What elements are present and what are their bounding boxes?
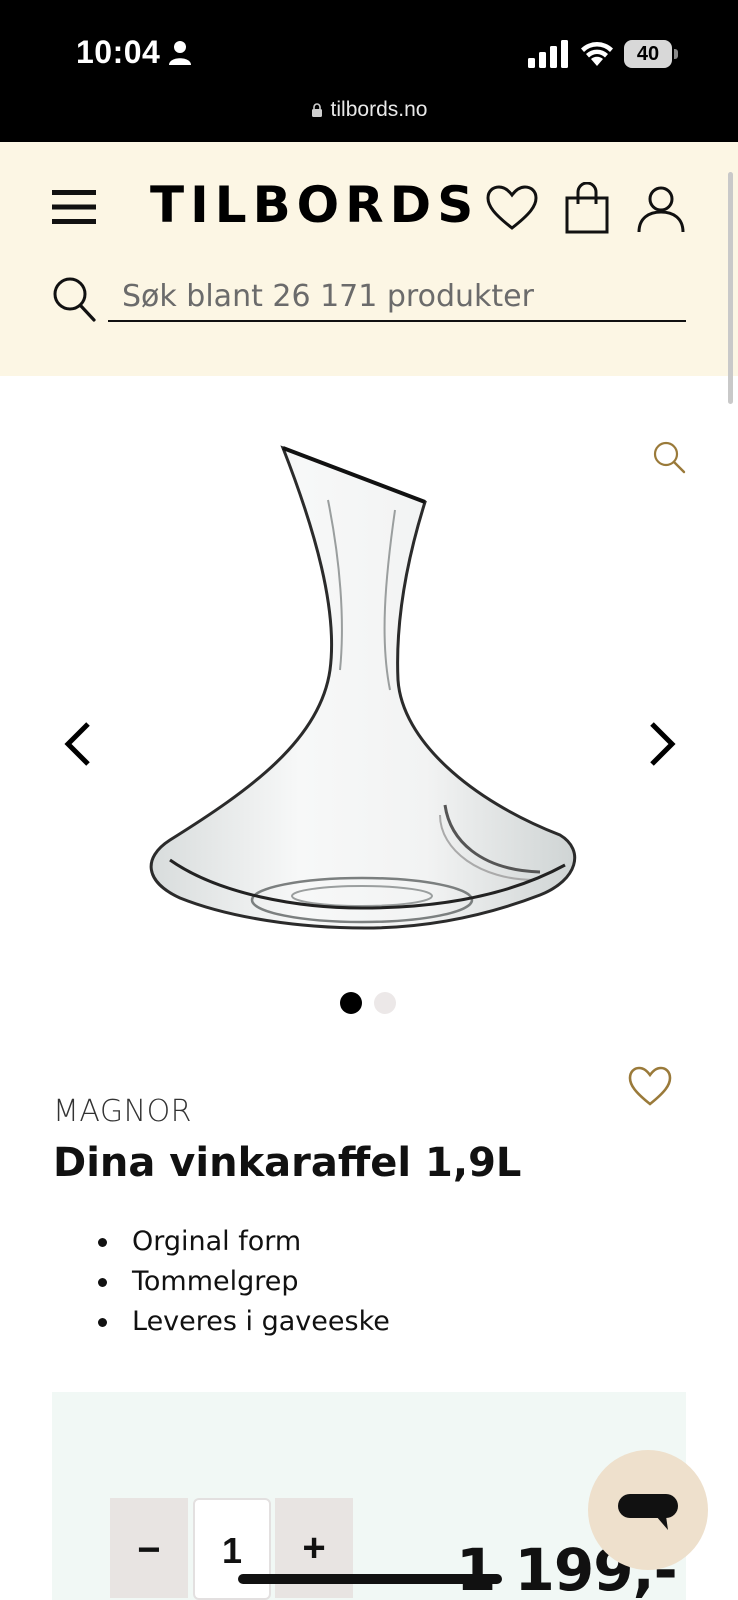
status-bar: 10:04 40 tilbords.no xyxy=(0,0,738,142)
zoom-icon[interactable] xyxy=(652,440,686,474)
url-bar[interactable]: tilbords.no xyxy=(0,98,738,122)
site-header: TILBORDS xyxy=(0,142,738,376)
list-item: Leveres i gaveeske xyxy=(96,1302,390,1342)
signal-icon xyxy=(528,40,568,68)
wifi-icon xyxy=(581,42,613,66)
search-input[interactable] xyxy=(108,272,686,322)
lock-icon xyxy=(311,103,322,117)
carousel-dot-1[interactable] xyxy=(340,992,362,1014)
user-icon[interactable] xyxy=(636,184,686,234)
list-item: Orginal form xyxy=(96,1222,390,1262)
chevron-right-icon[interactable] xyxy=(644,720,680,768)
person-icon xyxy=(169,41,191,65)
battery-indicator: 40 xyxy=(624,40,678,68)
battery-level: 40 xyxy=(624,40,672,68)
home-indicator xyxy=(238,1574,502,1584)
list-item: Tommelgrep xyxy=(96,1262,390,1302)
site-logo[interactable]: TILBORDS xyxy=(150,176,479,234)
menu-icon[interactable] xyxy=(52,188,96,226)
search-icon[interactable] xyxy=(52,276,96,322)
carousel-dot-2[interactable] xyxy=(374,992,396,1014)
status-time: 10:04 xyxy=(76,34,161,70)
product-brand[interactable]: MAGNOR xyxy=(53,1094,192,1129)
product-title: Dina vinkaraffel 1,9L xyxy=(53,1140,522,1186)
heart-icon[interactable] xyxy=(486,184,538,232)
product-features: Orginal form Tommelgrep Leveres i gavees… xyxy=(96,1222,390,1342)
battery-tip xyxy=(674,49,678,59)
bag-icon[interactable] xyxy=(564,182,610,234)
chat-icon xyxy=(618,1494,678,1530)
chat-button[interactable] xyxy=(588,1450,708,1570)
quantity-decrease-button[interactable]: − xyxy=(110,1498,188,1598)
quantity-field[interactable]: 1 xyxy=(193,1498,271,1600)
page-scrollbar[interactable] xyxy=(728,172,733,404)
url-text: tilbords.no xyxy=(330,98,428,121)
chevron-left-icon[interactable] xyxy=(60,720,96,768)
heart-icon[interactable] xyxy=(628,1066,672,1108)
product-image-decanter[interactable] xyxy=(140,440,590,960)
